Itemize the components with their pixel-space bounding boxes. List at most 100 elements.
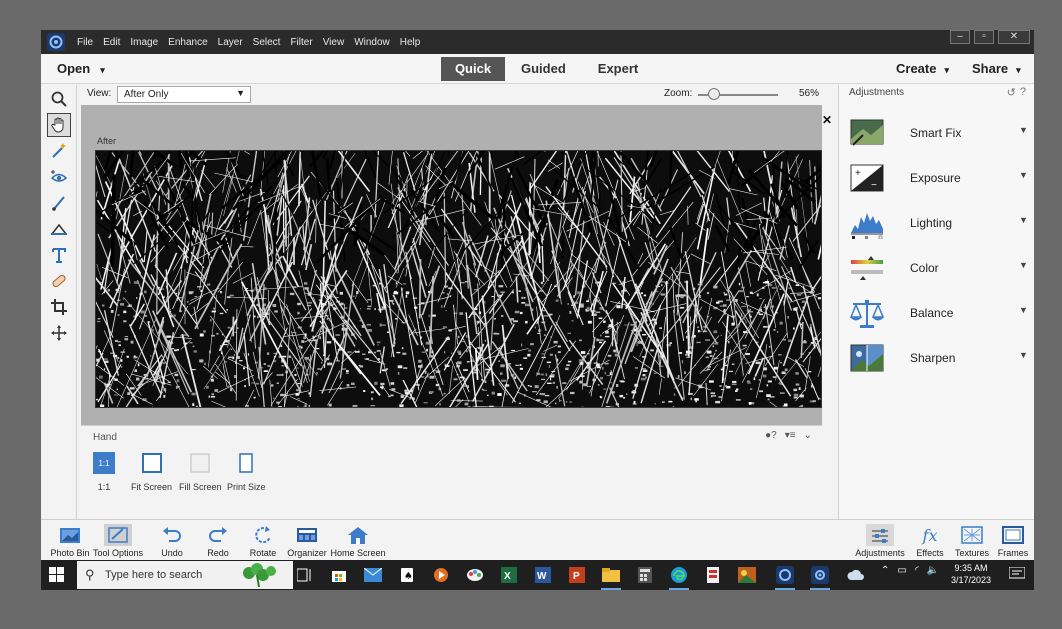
fill-screen-icon: [189, 452, 211, 474]
edge-icon[interactable]: [669, 565, 689, 590]
volume-icon[interactable]: 🔈: [927, 565, 939, 576]
tool-options-title: Hand: [93, 432, 117, 443]
notification-icon[interactable]: [1008, 566, 1026, 584]
home-screen-button[interactable]: Home Screen: [329, 524, 387, 558]
zoom-tool[interactable]: [47, 87, 71, 111]
quick-selection-tool[interactable]: [47, 139, 71, 163]
adjustment-balance[interactable]: Balance ▼: [839, 293, 1034, 333]
sliders-icon: [866, 524, 894, 546]
straighten-tool[interactable]: [47, 217, 71, 241]
share-button[interactable]: Share ▾: [972, 61, 1021, 76]
photo-bin-icon: [58, 524, 82, 546]
redo-icon: [206, 524, 230, 546]
calculator-icon[interactable]: [635, 565, 655, 585]
menu-image[interactable]: Image: [130, 37, 158, 48]
undo-icon: [160, 524, 184, 546]
restore-button[interactable]: ▫: [974, 30, 994, 44]
task-view-icon[interactable]: [295, 565, 315, 585]
chevron-down-icon: ▼: [236, 88, 245, 98]
adjustments-controls: ↺ ?: [1007, 86, 1026, 99]
tab-quick[interactable]: Quick: [441, 57, 505, 81]
adjustment-color[interactable]: Color ▼: [839, 248, 1034, 288]
menu-help[interactable]: Help: [400, 37, 421, 48]
menu-filter[interactable]: Filter: [290, 37, 312, 48]
chevron-down-icon: ▼: [1019, 260, 1028, 270]
windows-start-icon[interactable]: [49, 567, 65, 586]
reset-icon[interactable]: ↺: [1007, 86, 1016, 99]
create-button[interactable]: Create ▾: [896, 61, 949, 76]
chevron-down-icon[interactable]: ⌄: [804, 430, 812, 441]
balance-icon: [849, 300, 885, 328]
photoshop-elements-taskbar-icon[interactable]: [775, 565, 795, 590]
excel-icon[interactable]: X: [499, 565, 519, 585]
crop-tool[interactable]: [47, 295, 71, 319]
print-size-button[interactable]: Print Size: [227, 452, 266, 492]
menu-file[interactable]: File: [77, 37, 93, 48]
wifi-icon[interactable]: ◜: [915, 565, 919, 576]
menu-icon[interactable]: ▾≡: [785, 430, 796, 441]
hand-tool[interactable]: [47, 113, 71, 137]
photos-icon[interactable]: [737, 565, 757, 585]
adjustment-sharpen[interactable]: Sharpen ▼: [839, 338, 1034, 378]
close-window-button[interactable]: ✕: [998, 30, 1030, 44]
adjustment-lighting[interactable]: Lighting ▼: [839, 203, 1034, 243]
one-to-one-button[interactable]: 1:1 1:1: [93, 452, 115, 492]
menu-select[interactable]: Select: [253, 37, 281, 48]
mail-icon[interactable]: [363, 565, 383, 585]
lighting-icon: [851, 213, 883, 239]
tab-guided[interactable]: Guided: [505, 57, 582, 81]
menu-enhance[interactable]: Enhance: [168, 37, 207, 48]
sharpen-icon: [850, 344, 884, 372]
taskbar-clock[interactable]: 9:35 AM 3/17/2023: [951, 562, 991, 586]
network-icon[interactable]: ▭: [897, 565, 906, 576]
minimize-button[interactable]: –: [950, 30, 970, 44]
clock-date: 3/17/2023: [951, 575, 992, 585]
chevron-up-icon[interactable]: ⌃: [881, 565, 889, 576]
app-red-icon[interactable]: [703, 565, 723, 585]
fill-screen-button[interactable]: Fill Screen: [179, 452, 222, 492]
help-icon[interactable]: ?: [1020, 86, 1026, 99]
close-icon[interactable]: ✕: [822, 113, 832, 127]
window-controls: – ▫ ✕: [950, 30, 1030, 44]
lighting-label: Lighting: [910, 216, 953, 230]
menu-view[interactable]: View: [323, 37, 345, 48]
chevron-down-icon: ▼: [1019, 350, 1028, 360]
view-select[interactable]: After Only ▼: [117, 86, 251, 103]
spot-healing-tool[interactable]: [47, 269, 71, 293]
color-icon: [851, 256, 883, 280]
solitaire-icon[interactable]: ♠: [397, 565, 417, 585]
word-icon[interactable]: W: [533, 565, 553, 585]
whiten-teeth-tool[interactable]: [47, 191, 71, 215]
file-explorer-icon[interactable]: [601, 565, 621, 590]
tab-expert[interactable]: Expert: [582, 57, 654, 81]
rotate-icon: [251, 524, 275, 546]
open-button[interactable]: Open ▾: [57, 61, 105, 76]
panel-controls: ●? ▾≡ ⌄: [765, 430, 812, 441]
adjustment-exposure[interactable]: + − Exposure ▼: [839, 158, 1034, 198]
menu-edit[interactable]: Edit: [103, 37, 120, 48]
media-player-icon[interactable]: [431, 565, 451, 585]
red-eye-tool[interactable]: [47, 165, 71, 189]
tool-options-button[interactable]: Tool Options: [89, 524, 147, 558]
store-icon[interactable]: [329, 565, 349, 585]
zoom-slider-handle[interactable]: [708, 88, 720, 100]
paint-icon[interactable]: [465, 565, 485, 585]
move-tool[interactable]: [47, 321, 71, 345]
mode-tabs: Quick Guided Expert: [441, 57, 654, 81]
menu-layer[interactable]: Layer: [218, 37, 243, 48]
menu-window[interactable]: Window: [354, 37, 390, 48]
frames-button[interactable]: Frames: [984, 524, 1034, 558]
eye-icon: [50, 170, 68, 182]
open-label: Open: [57, 61, 91, 76]
organizer-taskbar-icon[interactable]: [810, 565, 830, 590]
adjustment-smart-fix[interactable]: Smart Fix ▼: [839, 113, 1034, 153]
taskbar-search-input[interactable]: ⚲ Type here to search: [77, 561, 293, 589]
help-icon[interactable]: ●?: [765, 430, 777, 441]
organizer-button[interactable]: Organizer: [278, 524, 336, 558]
document-image[interactable]: [95, 150, 822, 408]
type-tool[interactable]: [47, 243, 71, 267]
fit-screen-button[interactable]: Fit Screen: [131, 452, 172, 492]
powerpoint-icon[interactable]: P: [567, 565, 587, 585]
onedrive-icon[interactable]: [846, 565, 866, 585]
chevron-down-icon: ▼: [1019, 305, 1028, 315]
